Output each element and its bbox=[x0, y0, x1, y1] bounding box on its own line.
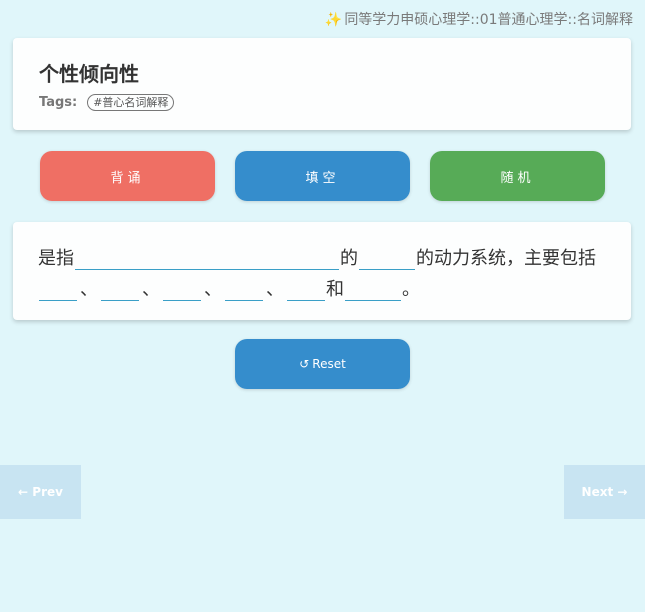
breadcrumb: ✨ 同等学力申硕心理学::01普通心理学::名词解释 bbox=[325, 9, 633, 29]
cloze-blank-1[interactable] bbox=[75, 249, 339, 270]
cloze-blank-3[interactable] bbox=[39, 280, 77, 301]
cloze-text-prefix: 是指 bbox=[38, 248, 74, 269]
cloze-blank-2[interactable] bbox=[359, 249, 415, 270]
recite-button[interactable]: 背诵 bbox=[40, 151, 215, 201]
cloze-line-1: 是指 的 的动力系统，主要包括 bbox=[38, 244, 596, 270]
tag-chip[interactable]: #普心名词解释 bbox=[87, 94, 175, 111]
tags-row: Tags: #普心名词解释 bbox=[39, 94, 175, 111]
random-button[interactable]: 随机 bbox=[430, 151, 605, 201]
cloze-separator: 、 bbox=[80, 279, 98, 300]
cloze-separator: 、 bbox=[266, 279, 284, 300]
reset-button[interactable]: ↺ Reset bbox=[235, 339, 410, 389]
cloze-card: 是指 的 的动力系统，主要包括 、 、 、 、 和 。 bbox=[13, 222, 631, 320]
breadcrumb-text: 同等学力申硕心理学::01普通心理学::名词解释 bbox=[344, 12, 633, 28]
cloze-blank-7[interactable] bbox=[287, 280, 325, 301]
cloze-line-2: 、 、 、 、 和 。 bbox=[38, 275, 420, 301]
cloze-blank-4[interactable] bbox=[101, 280, 139, 301]
cloze-separator: 、 bbox=[204, 279, 222, 300]
reset-label: Reset bbox=[312, 357, 346, 371]
next-button[interactable]: Next → bbox=[564, 465, 645, 519]
cloze-separator: 、 bbox=[142, 279, 160, 300]
card-header: 个性倾向性 Tags: #普心名词解释 bbox=[13, 38, 631, 130]
cloze-text-end: 。 bbox=[402, 279, 420, 300]
cloze-text-mid2: 的动力系统，主要包括 bbox=[416, 248, 596, 269]
tags-label: Tags: bbox=[39, 95, 78, 110]
cloze-blank-5[interactable] bbox=[163, 280, 201, 301]
fill-blank-button[interactable]: 填空 bbox=[235, 151, 410, 201]
card-title: 个性倾向性 bbox=[39, 62, 139, 86]
sparkles-icon: ✨ bbox=[324, 12, 343, 28]
cloze-blank-8[interactable] bbox=[345, 280, 401, 301]
cloze-text-and: 和 bbox=[326, 279, 344, 300]
prev-button[interactable]: ← Prev bbox=[0, 465, 81, 519]
cloze-text-mid1: 的 bbox=[340, 248, 358, 269]
reset-icon: ↺ bbox=[299, 357, 310, 371]
cloze-blank-6[interactable] bbox=[225, 280, 263, 301]
